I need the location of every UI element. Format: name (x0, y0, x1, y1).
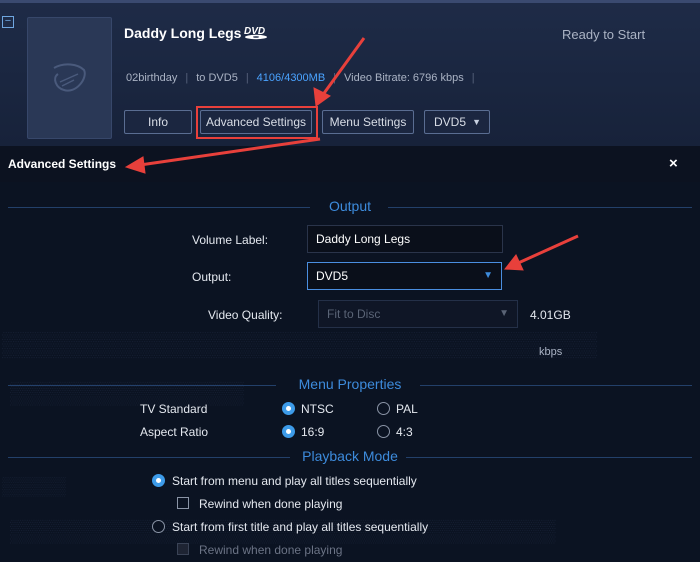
video-thumbnail (27, 17, 112, 139)
dialog-header: Advanced Settings × (0, 146, 700, 182)
output-dropdown[interactable]: DVD5 ▼ (307, 262, 502, 290)
source-name: 02birthday (126, 72, 178, 84)
disc-type-value: DVD5 (434, 115, 467, 129)
meta-separator: | (245, 72, 249, 84)
meta-separator: | (471, 72, 475, 84)
rewind-label-1: Rewind when done playing (199, 497, 343, 511)
divider (406, 457, 692, 458)
background-bleed-text: ▒▒▒▒▒▒▒▒▒▒▒▒▒▒▒▒▒▒▒▒▒▒▒▒▒▒▒▒▒▒▒▒▒▒▒ (2, 332, 598, 358)
target-format: to DVD5 (196, 72, 238, 84)
item-title: Daddy Long Legs (124, 25, 242, 41)
background-bleed-text: ▒▒▒▒▒ (2, 476, 66, 496)
tv-standard-caption: TV Standard (140, 402, 208, 416)
meta-separator: | (185, 72, 189, 84)
chevron-down-icon: ▼ (483, 270, 493, 281)
close-icon[interactable]: × (669, 155, 678, 172)
rewind-checkbox-2[interactable] (177, 543, 189, 555)
annotation-highlight-box (196, 106, 318, 139)
pal-radio[interactable] (377, 402, 390, 415)
rewind-checkbox-1[interactable] (177, 497, 189, 509)
playback-mode-section-heading: Playback Mode (0, 448, 700, 466)
status-text: Ready to Start (562, 27, 646, 42)
divider (388, 207, 692, 208)
ntsc-radio[interactable] (282, 402, 295, 415)
play-from-menu-label: Start from menu and play all titles sequ… (172, 474, 417, 488)
info-button[interactable]: Info (124, 110, 192, 134)
divider (420, 385, 692, 386)
item-meta: 02birthday | to DVD5 | 4106/4300MB | Vid… (126, 72, 483, 84)
dialog-title: Advanced Settings (8, 157, 117, 171)
aspect-16-9-radio[interactable] (282, 425, 295, 438)
output-caption: Output: (192, 270, 232, 284)
video-bitrate: Video Bitrate: 6796 kbps (344, 72, 464, 84)
thumbnail-placeholder-icon (53, 63, 86, 92)
section-title: Menu Properties (298, 376, 402, 392)
aspect-16-9-label: 16:9 (301, 425, 325, 439)
collapse-toggle[interactable]: − (2, 16, 14, 28)
ntsc-label: NTSC (301, 402, 334, 416)
disc-type-dropdown[interactable]: DVD5 ▼ (424, 110, 490, 134)
play-from-first-title-radio[interactable] (152, 520, 165, 533)
video-quality-value: Fit to Disc (327, 307, 381, 321)
aspect-4-3-label: 4:3 (396, 425, 413, 439)
meta-separator: | (333, 72, 337, 84)
aspect-4-3-radio[interactable] (377, 425, 390, 438)
section-title: Output (328, 198, 372, 214)
menu-properties-section-heading: Menu Properties (0, 376, 700, 394)
volume-label-caption: Volume Label: (192, 233, 269, 247)
estimated-size: 4.01GB (530, 308, 571, 322)
pal-label: PAL (396, 402, 418, 416)
rewind-label-2: Rewind when done playing (199, 543, 343, 557)
play-from-menu-radio[interactable] (152, 474, 165, 487)
play-from-first-title-label: Start from first title and play all titl… (172, 520, 429, 534)
menu-settings-button[interactable]: Menu Settings (322, 110, 414, 134)
section-title: Playback Mode (302, 448, 398, 464)
chevron-down-icon: ▼ (499, 308, 509, 319)
advanced-settings-dialog: Advanced Settings × ▒▒▒▒▒▒▒▒▒▒▒▒▒▒▒▒▒▒▒▒… (0, 146, 700, 562)
output-value: DVD5 (316, 269, 349, 283)
size-indicator: 4106/4300MB (256, 72, 326, 84)
chevron-down-icon: ▼ (472, 117, 481, 127)
video-quality-caption: Video Quality: (208, 308, 283, 322)
bitrate-unit: kbps (539, 346, 563, 358)
video-quality-dropdown[interactable]: Fit to Disc ▼ (318, 300, 518, 328)
volume-label-input[interactable]: Daddy Long Legs (307, 225, 503, 253)
output-section-heading: Output (0, 198, 700, 216)
aspect-ratio-caption: Aspect Ratio (140, 425, 209, 439)
dvd-item-card: − Daddy Long Legs DVD Ready to Start 02b… (0, 0, 700, 146)
dvd-logo-icon: DVD (244, 26, 267, 40)
